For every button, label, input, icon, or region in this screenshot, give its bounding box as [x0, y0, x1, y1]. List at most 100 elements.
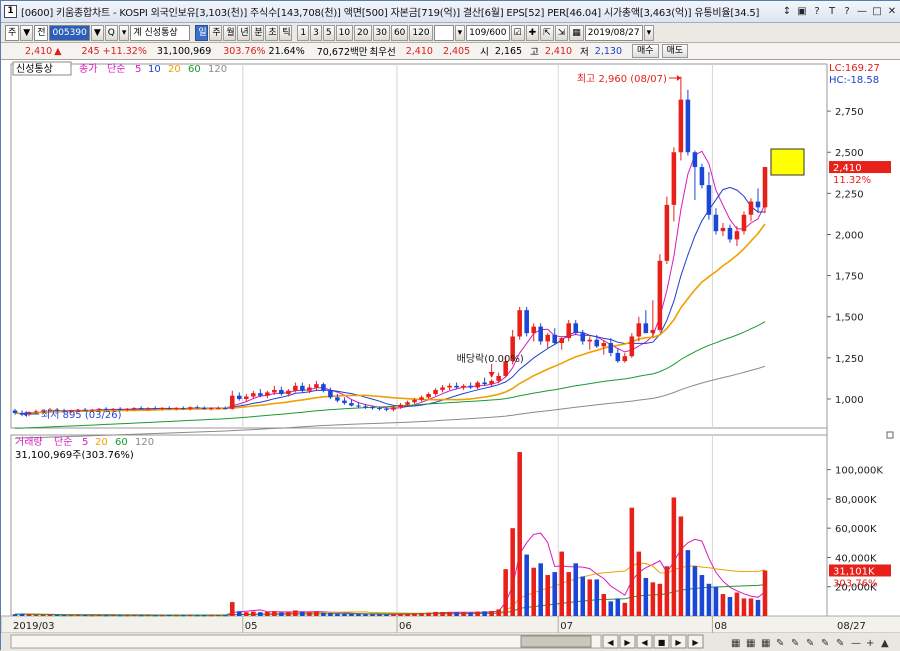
sell-button[interactable]: 매도 [661, 44, 689, 58]
volume-bar [447, 612, 452, 616]
volume-bar [237, 611, 242, 616]
count-input[interactable] [433, 24, 454, 41]
volume-legend-item: 60 [115, 437, 128, 448]
tool-icon-0[interactable]: ▦ [731, 638, 740, 649]
volume-bar [124, 615, 130, 617]
candle-body [335, 397, 340, 401]
candle-body [208, 408, 214, 410]
candle-body [138, 408, 144, 410]
buy-button[interactable]: 매수 [632, 44, 659, 58]
candle-body [531, 326, 536, 334]
window-button-1[interactable]: ▣ [795, 4, 809, 19]
window-button-4[interactable]: ? [840, 4, 854, 19]
checkbox-icon[interactable]: ☑ [510, 24, 525, 41]
minute-option-120[interactable]: 120 [409, 24, 433, 41]
volume-bar [713, 586, 719, 616]
window-button-0[interactable]: ↕ [780, 4, 794, 19]
highlight-box[interactable] [770, 148, 805, 176]
tab-timeframe-1[interactable]: 주 [209, 24, 223, 41]
high-annotation: 최고 2,960 (08/07) [577, 73, 667, 85]
panel-resize-handle[interactable] [886, 431, 894, 439]
grid-icon[interactable]: ▦ [569, 24, 584, 41]
zoom-out-icon[interactable]: ⇲ [554, 24, 569, 41]
tab-timeframe-4[interactable]: 분 [251, 24, 265, 41]
minute-option-3[interactable]: 3 [310, 24, 322, 41]
minute-option-1[interactable]: 1 [297, 24, 310, 41]
minute-option-5[interactable]: 5 [322, 24, 335, 41]
window-button-3[interactable]: T [825, 4, 839, 19]
x-axis-label: 2019/03 [13, 621, 55, 632]
chart-area[interactable]: 2,750 2,500 2,250 2,000 1,750 1,500 1,250 1,000… [1, 60, 900, 633]
tab-timeframe-6[interactable]: 틱 [279, 24, 293, 41]
volume-bar [664, 566, 670, 616]
open-label: 시 [480, 47, 489, 58]
quote-bar: 2,410 ▲ 245 +11.32% 31,100,969 303.76% 2… [1, 43, 900, 60]
search-icon[interactable]: Q [104, 24, 118, 41]
tool-icon-6[interactable]: ✎ [821, 638, 829, 649]
candle-body [629, 336, 635, 357]
candle-body [566, 323, 572, 339]
volume-readout: 31,100,969주(303.76%) [15, 450, 134, 461]
stock-code-input[interactable]: 005390 [49, 24, 90, 41]
candle-body [237, 395, 242, 399]
tab-timeframe-5[interactable]: 초 [265, 24, 279, 41]
window-button-2[interactable]: ? [810, 4, 824, 19]
window-button-5[interactable]: — [855, 4, 869, 19]
tab-timeframe-0[interactable]: 일 [195, 24, 209, 41]
candle-body [664, 204, 670, 261]
date-input[interactable]: 2019/08/27 [584, 24, 643, 41]
calendar-icon[interactable]: ▾ [643, 24, 655, 41]
tool-icon-8[interactable]: — [851, 638, 861, 649]
volume-bar [461, 612, 466, 616]
candle-body [321, 384, 326, 391]
volume-bar [286, 612, 291, 616]
candle-body [727, 227, 733, 240]
candle-body [412, 399, 417, 403]
tool-icon-2[interactable]: ▦ [761, 638, 770, 649]
minute-option-20[interactable]: 20 [354, 24, 372, 41]
hc-label: HC:-18.58 [829, 75, 879, 86]
volume-bar [755, 599, 761, 616]
candle-body [426, 394, 431, 398]
last-volume-label: 31,101K [833, 566, 875, 577]
market-select[interactable]: 전 [34, 24, 49, 41]
scroll-track[interactable] [10, 634, 602, 649]
tool-icon-10[interactable]: ▲ [881, 638, 889, 649]
candle-body [173, 408, 179, 410]
period-type-select[interactable]: 주 [5, 24, 20, 41]
window-button-7[interactable]: ✕ [885, 4, 899, 19]
scroll-thumb[interactable] [520, 635, 592, 648]
tool-icon-1[interactable]: ▦ [746, 638, 755, 649]
tab-timeframe-3[interactable]: 년 [237, 24, 251, 41]
y-tick-label-volume: 40,000K [835, 553, 877, 564]
count-dropdown-icon[interactable]: ▾ [454, 24, 466, 41]
volume-bar [454, 612, 459, 616]
x-axis-label: 07 [560, 621, 573, 632]
prev-stock-icon[interactable]: ▾ [118, 24, 130, 41]
legend-item: 120 [208, 64, 227, 75]
minute-option-30[interactable]: 30 [372, 24, 390, 41]
dropdown-arrow-icon[interactable]: ▼ [20, 24, 34, 41]
low-price: 2,130 [594, 45, 622, 57]
window-button-6[interactable]: □ [870, 4, 884, 19]
candle-body [482, 382, 487, 385]
minute-option-10[interactable]: 10 [335, 24, 354, 41]
app-icon[interactable]: 1 [4, 5, 17, 18]
candle-body [201, 408, 207, 410]
minute-option-60[interactable]: 60 [390, 24, 409, 41]
volume-bar [61, 615, 67, 617]
code-dropdown-icon[interactable]: ▼ [90, 24, 104, 41]
tool-icon-7[interactable]: ✎ [836, 638, 844, 649]
zoom-in-icon[interactable]: ⇱ [540, 24, 554, 41]
minute-options: 1 3 5 10 20 30 60 120 [297, 24, 433, 41]
volume-bar [517, 452, 522, 616]
candle-body [279, 389, 284, 395]
crosshair-icon[interactable]: ✚ [525, 24, 540, 41]
tool-icon-4[interactable]: ✎ [791, 638, 799, 649]
tab-timeframe-2[interactable]: 월 [223, 24, 237, 41]
candle-body [356, 405, 361, 407]
playback-icon-5: ▶ [692, 638, 699, 647]
tool-icon-5[interactable]: ✎ [806, 638, 814, 649]
tool-icon-3[interactable]: ✎ [776, 638, 784, 649]
tool-icon-9[interactable]: + [866, 638, 874, 649]
